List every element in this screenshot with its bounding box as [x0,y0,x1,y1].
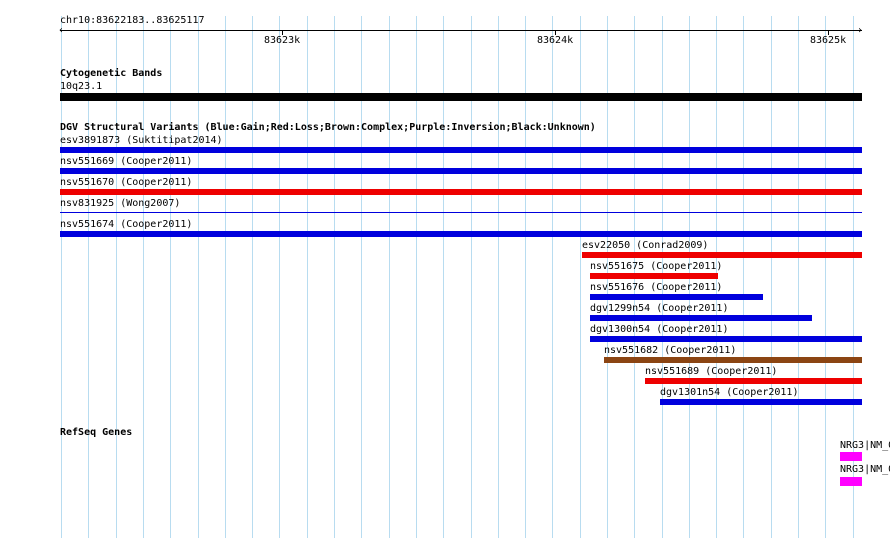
dgv-feature-label[interactable]: esv3891873 (Suktitipat2014) [60,135,223,146]
dgv-feature-label[interactable]: nsv551689 (Cooper2011) [645,366,777,377]
cytoband-bar[interactable] [60,93,862,101]
dgv-track-title: DGV Structural Variants (Blue:Gain;Red:L… [60,122,596,133]
dgv-feature-label[interactable]: nsv551669 (Cooper2011) [60,156,192,167]
ruler-right-arrow-icon: › [857,25,864,36]
ruler-tick-label: 83625k [810,35,847,46]
dgv-feature-bar[interactable] [582,252,862,258]
dgv-feature-bar[interactable] [590,336,862,342]
dgv-feature-label[interactable]: dgv1299n54 (Cooper2011) [590,303,728,314]
cytoband-track-title: Cytogenetic Bands [60,68,163,79]
dgv-feature-label[interactable]: esv22050 (Conrad2009) [582,240,708,251]
dgv-feature-bar[interactable] [60,212,862,213]
dgv-feature-bar[interactable] [60,168,862,174]
dgv-feature-bar[interactable] [645,378,862,384]
dgv-feature-label[interactable]: dgv1300n54 (Cooper2011) [590,324,728,335]
ruler-tick-label: 83623k [264,35,301,46]
dgv-feature-bar[interactable] [60,189,862,195]
dgv-feature-label[interactable]: nsv831925 (Wong2007) [60,198,180,209]
ruler-coordinates: chr10:83622183..83625117 [60,15,205,26]
cytoband-label[interactable]: 10q23.1 [60,81,102,92]
refseq-track-title: RefSeq Genes [60,427,133,438]
dgv-feature-bar[interactable] [590,315,812,321]
refseq-gene-bar[interactable] [840,477,862,486]
dgv-feature-label[interactable]: nsv551682 (Cooper2011) [604,345,736,356]
ruler-left-arrow-icon: ‹ [58,25,65,36]
dgv-feature-label[interactable]: nsv551676 (Cooper2011) [590,282,722,293]
dgv-feature-label[interactable]: nsv551675 (Cooper2011) [590,261,722,272]
refseq-gene-bar[interactable] [840,452,862,461]
dgv-feature-bar[interactable] [604,357,862,363]
ruler-tick-label: 83624k [537,35,574,46]
dgv-feature-bar[interactable] [660,399,862,405]
dgv-feature-bar[interactable] [590,294,763,300]
refseq-gene-label[interactable]: NRG3|NM_0 [840,440,890,451]
dgv-feature-bar[interactable] [60,231,862,237]
dgv-feature-label[interactable]: nsv551670 (Cooper2011) [60,177,192,188]
dgv-feature-bar[interactable] [60,147,862,153]
dgv-feature-label[interactable]: nsv551674 (Cooper2011) [60,219,192,230]
dgv-feature-bar[interactable] [590,273,718,279]
ruler-axis [60,30,862,31]
dgv-feature-label[interactable]: dgv1301n54 (Cooper2011) [660,387,798,398]
refseq-gene-label[interactable]: NRG3|NM_0 [840,464,890,475]
